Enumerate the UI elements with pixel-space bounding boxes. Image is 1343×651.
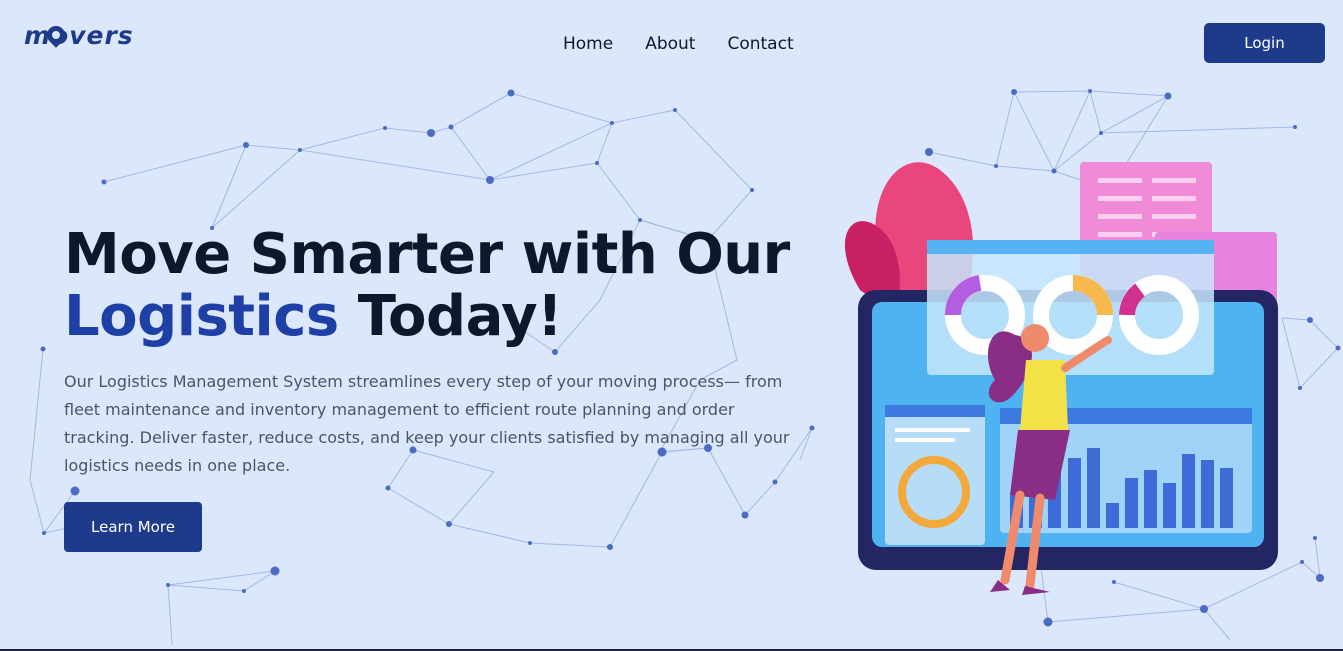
logo-text: movers — [24, 21, 134, 50]
headline-line1: Move Smarter with Our — [64, 222, 790, 287]
learn-more-button[interactable]: Learn More — [64, 502, 202, 552]
headline-accent: Logistics — [64, 284, 339, 349]
hero-illustration — [844, 162, 1278, 595]
hero-headline: Move Smarter with Our Logistics Today! — [64, 224, 790, 348]
nav-contact-link[interactable]: Contact — [727, 33, 793, 55]
headline-rest: Today! — [338, 284, 563, 349]
nav-about-link[interactable]: About — [645, 33, 695, 55]
logo[interactable]: movers — [24, 22, 144, 64]
login-button[interactable]: Login — [1204, 23, 1325, 63]
main-nav: Home About Contact — [563, 33, 826, 55]
hero-description: Our Logistics Management System streamli… — [64, 372, 790, 475]
nav-home-link[interactable]: Home — [563, 33, 613, 55]
